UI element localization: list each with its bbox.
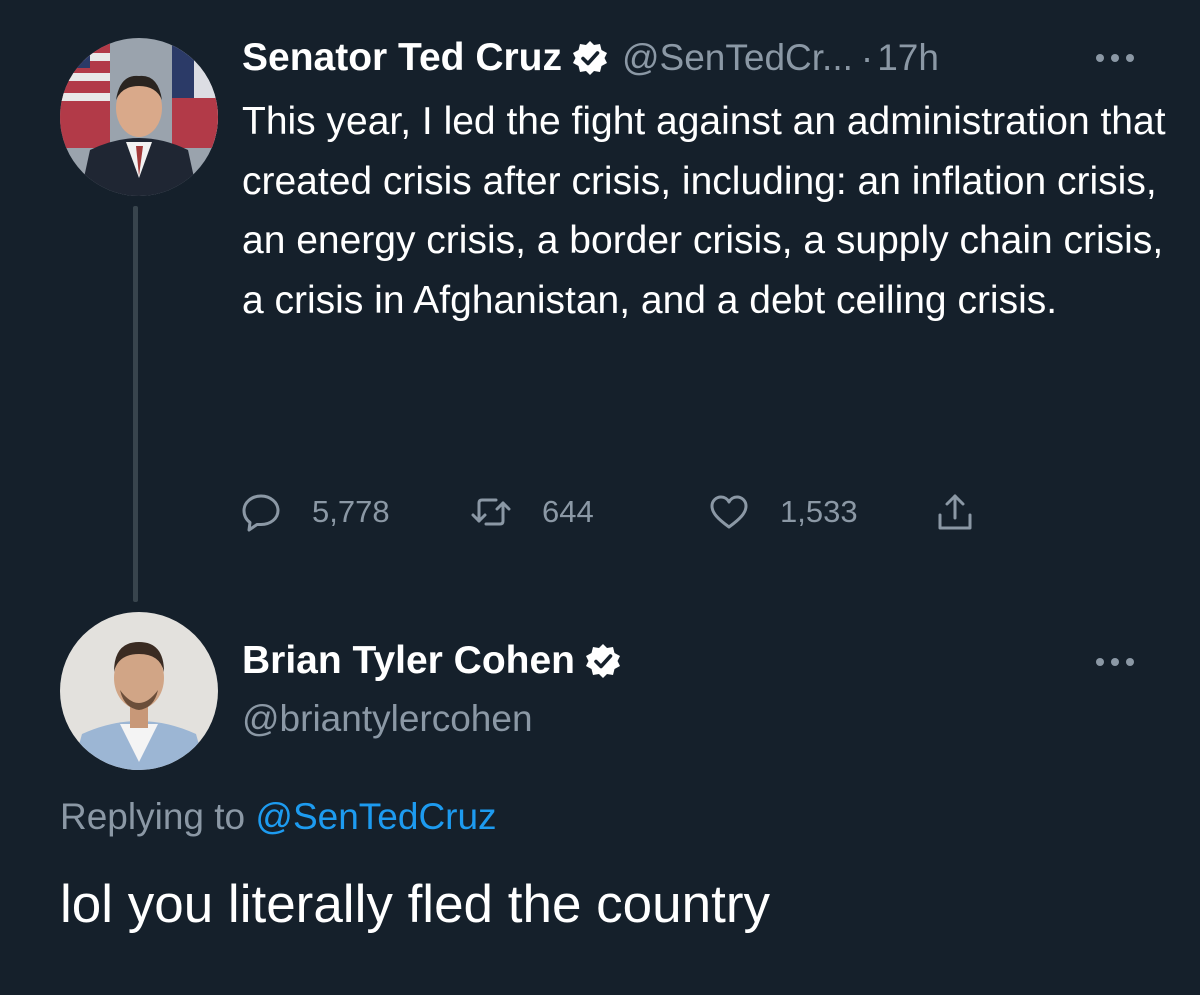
- author-avatar[interactable]: [60, 38, 218, 196]
- tweet-text: This year, I led the fight against an ad…: [242, 100, 1166, 322]
- reply-header: Brian Tyler Cohen: [242, 637, 621, 685]
- reply-author-handle[interactable]: @briantylercohen: [242, 698, 533, 740]
- heart-icon: [710, 495, 748, 529]
- reply-button[interactable]: 5,778: [240, 490, 390, 534]
- time-separator: ·: [860, 37, 874, 78]
- author-handle[interactable]: @SenTedCr...: [622, 37, 853, 79]
- reply-text: lol you literally fled the country: [60, 875, 770, 934]
- like-count: 1,533: [780, 494, 858, 529]
- retweet-button[interactable]: 644: [470, 490, 594, 534]
- reply-icon: [242, 494, 280, 532]
- tweet-header: Senator Ted Cruz @SenTedCr... · 17h: [242, 34, 939, 82]
- tweet-timestamp[interactable]: 17h: [877, 37, 939, 79]
- reply-author-name[interactable]: Brian Tyler Cohen: [242, 639, 575, 683]
- verified-badge-icon: [585, 643, 621, 679]
- replying-to-label: Replying to: [60, 796, 246, 837]
- thread-line: [133, 206, 138, 602]
- replying-to-line: Replying to @SenTedCruz: [60, 796, 497, 838]
- like-button[interactable]: 1,533: [708, 490, 858, 534]
- share-icon: [938, 494, 972, 530]
- share-button[interactable]: [934, 490, 976, 534]
- verified-badge-icon: [572, 40, 608, 76]
- replying-to-mention[interactable]: @SenTedCruz: [255, 796, 496, 837]
- author-name[interactable]: Senator Ted Cruz: [242, 36, 562, 80]
- retweet-count: 644: [542, 494, 594, 529]
- reply-count: 5,778: [312, 494, 390, 529]
- more-horizontal-icon[interactable]: [1092, 652, 1138, 672]
- retweet-icon: [471, 498, 511, 526]
- reply-author-avatar[interactable]: [60, 612, 218, 770]
- more-horizontal-icon[interactable]: [1092, 48, 1138, 68]
